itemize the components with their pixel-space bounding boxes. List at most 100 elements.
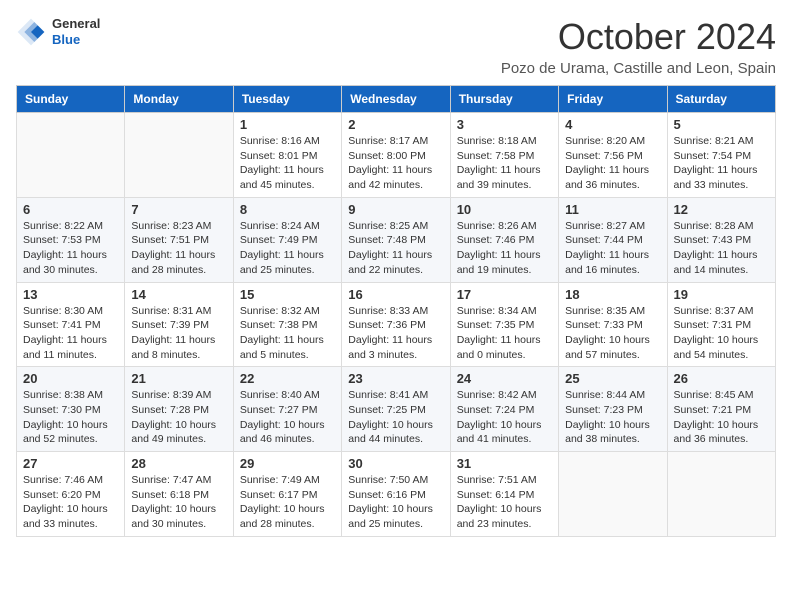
day-number: 6 <box>23 202 118 217</box>
weekday-header-saturday: Saturday <box>667 86 775 113</box>
logo-general-text: General <box>52 16 100 32</box>
logo-icon <box>16 17 46 47</box>
day-number: 14 <box>131 287 226 302</box>
day-detail: Sunrise: 8:38 AMSunset: 7:30 PMDaylight:… <box>23 388 118 447</box>
calendar-cell <box>17 113 125 198</box>
weekday-header-sunday: Sunday <box>17 86 125 113</box>
calendar-cell: 19 Sunrise: 8:37 AMSunset: 7:31 PMDayligh… <box>667 282 775 367</box>
day-detail: Sunrise: 8:17 AMSunset: 8:00 PMDaylight:… <box>348 134 443 193</box>
logo: General Blue <box>16 16 100 47</box>
day-detail: Sunrise: 8:34 AMSunset: 7:35 PMDaylight:… <box>457 304 552 363</box>
calendar-cell: 4 Sunrise: 8:20 AMSunset: 7:56 PMDaylight… <box>559 113 667 198</box>
day-number: 10 <box>457 202 552 217</box>
calendar-week-row: 27Sunrise: 7:46 AMSunset: 6:20 PMDayligh… <box>17 452 776 537</box>
day-number: 26 <box>674 371 769 386</box>
day-detail: Sunrise: 8:40 AMSunset: 7:27 PMDaylight:… <box>240 388 335 447</box>
calendar-cell: 6 Sunrise: 8:22 AMSunset: 7:53 PMDaylight… <box>17 197 125 282</box>
day-detail: Sunrise: 8:27 AMSunset: 7:44 PMDaylight:… <box>565 219 660 278</box>
day-detail: Sunrise: 8:45 AMSunset: 7:21 PMDaylight:… <box>674 388 769 447</box>
day-number: 24 <box>457 371 552 386</box>
day-number: 19 <box>674 287 769 302</box>
day-number: 2 <box>348 117 443 132</box>
calendar-cell: 22 Sunrise: 8:40 AMSunset: 7:27 PMDayligh… <box>233 367 341 452</box>
calendar-cell: 12 Sunrise: 8:28 AMSunset: 7:43 PMDayligh… <box>667 197 775 282</box>
day-number: 12 <box>674 202 769 217</box>
calendar-cell: 21 Sunrise: 8:39 AMSunset: 7:28 PMDayligh… <box>125 367 233 452</box>
calendar-cell: 14 Sunrise: 8:31 AMSunset: 7:39 PMDayligh… <box>125 282 233 367</box>
day-number: 18 <box>565 287 660 302</box>
day-detail: Sunrise: 8:25 AMSunset: 7:48 PMDaylight:… <box>348 219 443 278</box>
day-detail: Sunrise: 8:35 AMSunset: 7:33 PMDaylight:… <box>565 304 660 363</box>
calendar-cell: 13 Sunrise: 8:30 AMSunset: 7:41 PMDayligh… <box>17 282 125 367</box>
day-detail: Sunrise: 7:51 AMSunset: 6:14 PMDaylight:… <box>457 473 552 532</box>
day-number: 17 <box>457 287 552 302</box>
day-detail: Sunrise: 7:50 AMSunset: 6:16 PMDaylight:… <box>348 473 443 532</box>
weekday-header-row: SundayMondayTuesdayWednesdayThursdayFrid… <box>17 86 776 113</box>
calendar-cell: 23Sunrise: 8:41 AMSunset: 7:25 PMDayligh… <box>342 367 450 452</box>
day-detail: Sunrise: 8:30 AMSunset: 7:41 PMDaylight:… <box>23 304 118 363</box>
calendar-cell: 31Sunrise: 7:51 AMSunset: 6:14 PMDayligh… <box>450 452 558 537</box>
calendar-cell <box>559 452 667 537</box>
day-detail: Sunrise: 7:46 AMSunset: 6:20 PMDaylight:… <box>23 473 118 532</box>
calendar-cell: 17 Sunrise: 8:34 AMSunset: 7:35 PMDayligh… <box>450 282 558 367</box>
day-number: 20 <box>23 371 118 386</box>
day-detail: Sunrise: 8:33 AMSunset: 7:36 PMDaylight:… <box>348 304 443 363</box>
day-detail: Sunrise: 7:49 AMSunset: 6:17 PMDaylight:… <box>240 473 335 532</box>
day-detail: Sunrise: 8:44 AMSunset: 7:23 PMDaylight:… <box>565 388 660 447</box>
calendar-week-row: 1 Sunrise: 8:16 AMSunset: 8:01 PMDaylight… <box>17 113 776 198</box>
day-number: 25 <box>565 371 660 386</box>
day-number: 5 <box>674 117 769 132</box>
day-detail: Sunrise: 8:39 AMSunset: 7:28 PMDaylight:… <box>131 388 226 447</box>
day-detail: Sunrise: 8:26 AMSunset: 7:46 PMDaylight:… <box>457 219 552 278</box>
day-number: 4 <box>565 117 660 132</box>
calendar-cell <box>667 452 775 537</box>
location-title: Pozo de Urama, Castille and Leon, Spain <box>501 60 776 77</box>
calendar-cell: 27Sunrise: 7:46 AMSunset: 6:20 PMDayligh… <box>17 452 125 537</box>
day-detail: Sunrise: 8:37 AMSunset: 7:31 PMDaylight:… <box>674 304 769 363</box>
day-number: 15 <box>240 287 335 302</box>
calendar-week-row: 13 Sunrise: 8:30 AMSunset: 7:41 PMDayligh… <box>17 282 776 367</box>
day-number: 22 <box>240 371 335 386</box>
day-number: 8 <box>240 202 335 217</box>
weekday-header-wednesday: Wednesday <box>342 86 450 113</box>
calendar-cell: 1 Sunrise: 8:16 AMSunset: 8:01 PMDaylight… <box>233 113 341 198</box>
calendar-cell: 16 Sunrise: 8:33 AMSunset: 7:36 PMDayligh… <box>342 282 450 367</box>
day-detail: Sunrise: 8:20 AMSunset: 7:56 PMDaylight:… <box>565 134 660 193</box>
calendar-cell: 29Sunrise: 7:49 AMSunset: 6:17 PMDayligh… <box>233 452 341 537</box>
day-detail: Sunrise: 8:31 AMSunset: 7:39 PMDaylight:… <box>131 304 226 363</box>
page-header: General Blue October 2024 Pozo de Urama,… <box>16 16 776 77</box>
day-number: 30 <box>348 456 443 471</box>
day-number: 7 <box>131 202 226 217</box>
calendar-cell <box>125 113 233 198</box>
weekday-header-monday: Monday <box>125 86 233 113</box>
calendar-cell: 18 Sunrise: 8:35 AMSunset: 7:33 PMDayligh… <box>559 282 667 367</box>
day-number: 21 <box>131 371 226 386</box>
calendar-cell: 28Sunrise: 7:47 AMSunset: 6:18 PMDayligh… <box>125 452 233 537</box>
day-detail: Sunrise: 8:28 AMSunset: 7:43 PMDaylight:… <box>674 219 769 278</box>
weekday-header-tuesday: Tuesday <box>233 86 341 113</box>
day-detail: Sunrise: 8:21 AMSunset: 7:54 PMDaylight:… <box>674 134 769 193</box>
day-number: 13 <box>23 287 118 302</box>
calendar-cell: 20 Sunrise: 8:38 AMSunset: 7:30 PMDayligh… <box>17 367 125 452</box>
calendar-cell: 2 Sunrise: 8:17 AMSunset: 8:00 PMDaylight… <box>342 113 450 198</box>
calendar-cell: 3 Sunrise: 8:18 AMSunset: 7:58 PMDaylight… <box>450 113 558 198</box>
weekday-header-friday: Friday <box>559 86 667 113</box>
calendar-cell: 11 Sunrise: 8:27 AMSunset: 7:44 PMDayligh… <box>559 197 667 282</box>
calendar-cell: 25 Sunrise: 8:44 AMSunset: 7:23 PMDayligh… <box>559 367 667 452</box>
day-detail: Sunrise: 8:22 AMSunset: 7:53 PMDaylight:… <box>23 219 118 278</box>
logo-text: General Blue <box>52 16 100 47</box>
day-number: 16 <box>348 287 443 302</box>
calendar-cell: 8 Sunrise: 8:24 AMSunset: 7:49 PMDaylight… <box>233 197 341 282</box>
weekday-header-thursday: Thursday <box>450 86 558 113</box>
day-number: 11 <box>565 202 660 217</box>
day-detail: Sunrise: 8:24 AMSunset: 7:49 PMDaylight:… <box>240 219 335 278</box>
day-detail: Sunrise: 8:16 AMSunset: 8:01 PMDaylight:… <box>240 134 335 193</box>
calendar-cell: 30 Sunrise: 7:50 AMSunset: 6:16 PMDayligh… <box>342 452 450 537</box>
day-detail: Sunrise: 8:42 AMSunset: 7:24 PMDaylight:… <box>457 388 552 447</box>
calendar-week-row: 6 Sunrise: 8:22 AMSunset: 7:53 PMDaylight… <box>17 197 776 282</box>
day-number: 1 <box>240 117 335 132</box>
day-number: 28 <box>131 456 226 471</box>
calendar-cell: 10 Sunrise: 8:26 AMSunset: 7:46 PMDayligh… <box>450 197 558 282</box>
day-detail: Sunrise: 8:18 AMSunset: 7:58 PMDaylight:… <box>457 134 552 193</box>
day-number: 3 <box>457 117 552 132</box>
